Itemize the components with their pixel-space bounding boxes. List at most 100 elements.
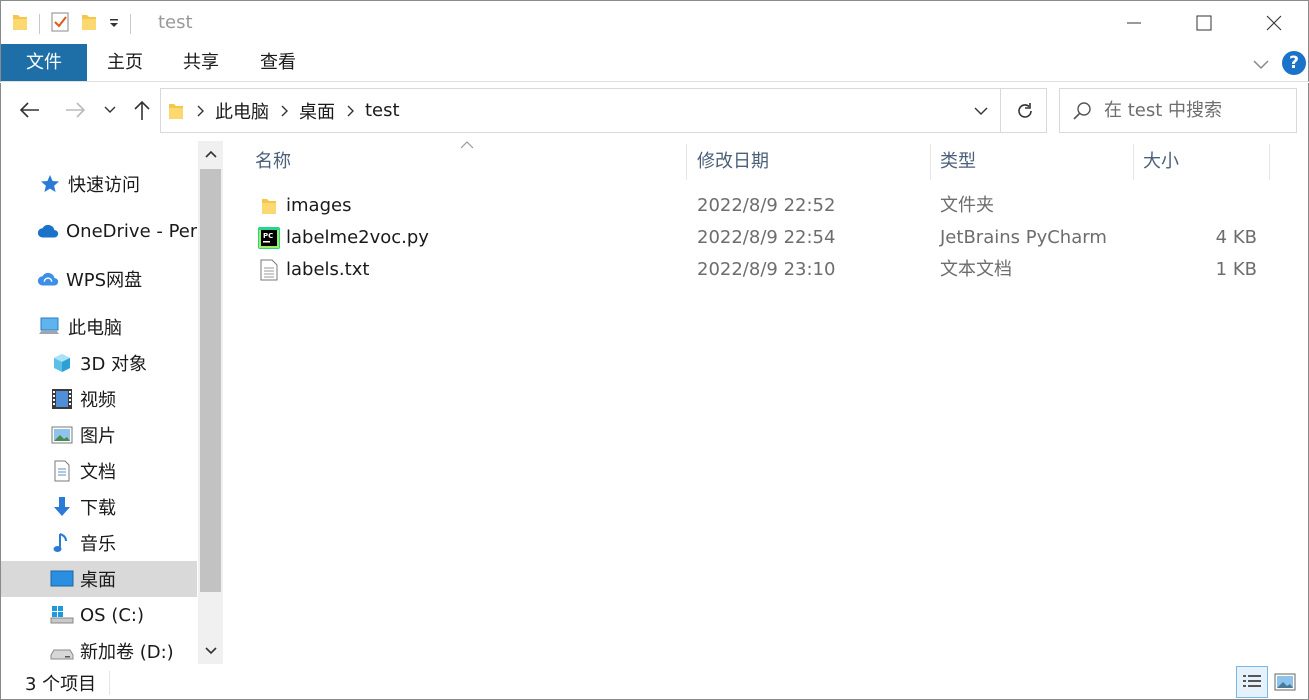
- file-date: 2022/8/9 23:10: [697, 259, 836, 280]
- windows-drive-icon: [50, 603, 74, 627]
- pycharm-icon: PC: [257, 222, 281, 254]
- status-bar: 3 个项目: [0, 665, 1309, 700]
- arrow-up-icon: [134, 100, 150, 120]
- file-list: 名称 修改日期 类型 大小 images 2022/8/9 22:52 文件夹 …: [224, 138, 1308, 665]
- drive-icon: [50, 639, 74, 663]
- refresh-icon: [1017, 102, 1032, 118]
- maximize-icon: [1196, 15, 1212, 31]
- file-name: labelme2voc.py: [286, 227, 429, 248]
- toolbar-separator: [130, 14, 131, 34]
- breadcrumb-test[interactable]: test: [359, 100, 406, 121]
- column-header-size[interactable]: 大小: [1135, 144, 1270, 180]
- sidebar-item-downloads[interactable]: 下载: [1, 489, 197, 525]
- computer-icon: [38, 315, 62, 339]
- sidebar-item-3d-objects[interactable]: 3D 对象: [1, 345, 197, 381]
- file-row[interactable]: PC labelme2voc.py 2022/8/9 22:54 JetBrai…: [247, 222, 1277, 254]
- properties-icon[interactable]: [50, 11, 70, 38]
- sidebar-item-this-pc[interactable]: 此电脑: [1, 309, 197, 345]
- sidebar-item-documents[interactable]: 文档: [1, 453, 197, 489]
- folder-icon: [257, 190, 281, 222]
- sidebar-item-d-drive[interactable]: 新加卷 (D:): [1, 633, 197, 665]
- sidebar-item-onedrive[interactable]: OneDrive - Personal: [1, 213, 197, 249]
- tab-home[interactable]: 主页: [97, 44, 153, 81]
- file-row[interactable]: images 2022/8/9 22:52 文件夹: [247, 190, 1277, 222]
- file-date: 2022/8/9 22:54: [697, 227, 836, 248]
- scroll-up-button[interactable]: [198, 141, 223, 167]
- tab-share[interactable]: 共享: [173, 44, 229, 81]
- sidebar-item-quick-access[interactable]: 快速访问: [1, 166, 197, 202]
- file-size: 1 KB: [1215, 259, 1257, 280]
- chevron-down-icon: [974, 107, 987, 115]
- 3d-objects-icon: [50, 351, 74, 375]
- file-name: images: [286, 195, 352, 216]
- address-bar[interactable]: 此电脑 桌面 test: [160, 88, 1047, 133]
- file-name: labels.txt: [286, 259, 370, 280]
- expand-ribbon-chevron-icon[interactable]: [1249, 52, 1273, 76]
- large-icons-view-icon: [1274, 673, 1296, 691]
- search-box[interactable]: [1059, 88, 1297, 133]
- file-size: 4 KB: [1215, 227, 1257, 248]
- sidebar-item-pictures[interactable]: 图片: [1, 417, 197, 453]
- up-button[interactable]: [127, 93, 157, 127]
- file-size: [1147, 190, 1257, 222]
- svg-text:PC: PC: [263, 232, 273, 240]
- details-view-icon: [1243, 675, 1261, 687]
- file-type: 文本文档: [940, 259, 1012, 280]
- sidebar-item-desktop[interactable]: 桌面: [1, 561, 197, 597]
- file-row[interactable]: labels.txt 2022/8/9 23:10 文本文档 1 KB: [247, 254, 1277, 286]
- tab-file[interactable]: 文件: [1, 44, 87, 81]
- breadcrumb: 此电脑 桌面 test: [161, 89, 406, 132]
- music-icon: [50, 531, 74, 555]
- file-type: JetBrains PyCharm: [940, 227, 1107, 248]
- refresh-button[interactable]: [1002, 89, 1047, 132]
- folder-icon: [11, 12, 29, 37]
- chevron-right-icon[interactable]: [275, 105, 293, 117]
- sidebar-item-music[interactable]: 音乐: [1, 525, 197, 561]
- forward-button[interactable]: [60, 93, 90, 127]
- chevron-down-icon: [104, 106, 116, 113]
- arrow-right-icon: [66, 102, 86, 118]
- column-header-date-modified[interactable]: 修改日期: [689, 144, 931, 180]
- sidebar-item-c-drive[interactable]: OS (C:): [1, 597, 197, 633]
- minimize-button[interactable]: [1099, 1, 1169, 45]
- video-icon: [50, 387, 74, 411]
- scroll-thumb[interactable]: [200, 169, 221, 592]
- folder-icon: [161, 101, 191, 121]
- chevron-down-icon: [204, 647, 217, 655]
- sidebar-item-wps-cloud[interactable]: WPS网盘: [1, 261, 197, 297]
- toolbar-separator: [39, 14, 40, 34]
- recent-locations-button[interactable]: [97, 93, 123, 127]
- large-icons-view-button[interactable]: [1269, 666, 1301, 698]
- column-header-name[interactable]: 名称: [247, 144, 687, 180]
- back-button[interactable]: [15, 93, 45, 127]
- window-title: test: [158, 12, 193, 33]
- details-view-button[interactable]: [1236, 666, 1268, 698]
- breadcrumb-this-pc[interactable]: 此电脑: [209, 98, 275, 124]
- sidebar-item-videos[interactable]: 视频: [1, 381, 197, 417]
- close-button[interactable]: [1239, 1, 1309, 45]
- chevron-right-icon[interactable]: [191, 105, 209, 117]
- file-type: 文件夹: [940, 195, 994, 216]
- chevron-right-icon[interactable]: [341, 105, 359, 117]
- close-icon: [1266, 15, 1282, 31]
- new-folder-icon[interactable]: [80, 12, 98, 37]
- quick-access-toolbar: [11, 11, 131, 37]
- item-count: 3 个项目: [25, 674, 97, 695]
- tab-view[interactable]: 查看: [250, 44, 306, 81]
- file-date: 2022/8/9 22:52: [697, 195, 836, 216]
- maximize-button[interactable]: [1169, 1, 1239, 45]
- chevron-up-icon: [204, 150, 217, 158]
- breadcrumb-desktop[interactable]: 桌面: [293, 98, 341, 124]
- help-button[interactable]: ?: [1282, 51, 1306, 75]
- column-header-type[interactable]: 类型: [932, 144, 1134, 180]
- text-file-icon: [257, 254, 281, 286]
- scroll-down-button[interactable]: [198, 638, 223, 664]
- address-history-button[interactable]: [961, 89, 1001, 132]
- customize-toolbar-chevron-icon[interactable]: [108, 14, 120, 35]
- title-bar: test: [0, 0, 1309, 44]
- main-area: 快速访问 OneDrive - Personal WPS网盘 此电脑 3D 对象: [0, 138, 1309, 665]
- search-input[interactable]: [1104, 100, 1284, 121]
- navigation-pane-scrollbar[interactable]: [198, 141, 223, 664]
- onedrive-cloud-icon: [36, 219, 60, 243]
- search-icon: [1060, 101, 1104, 121]
